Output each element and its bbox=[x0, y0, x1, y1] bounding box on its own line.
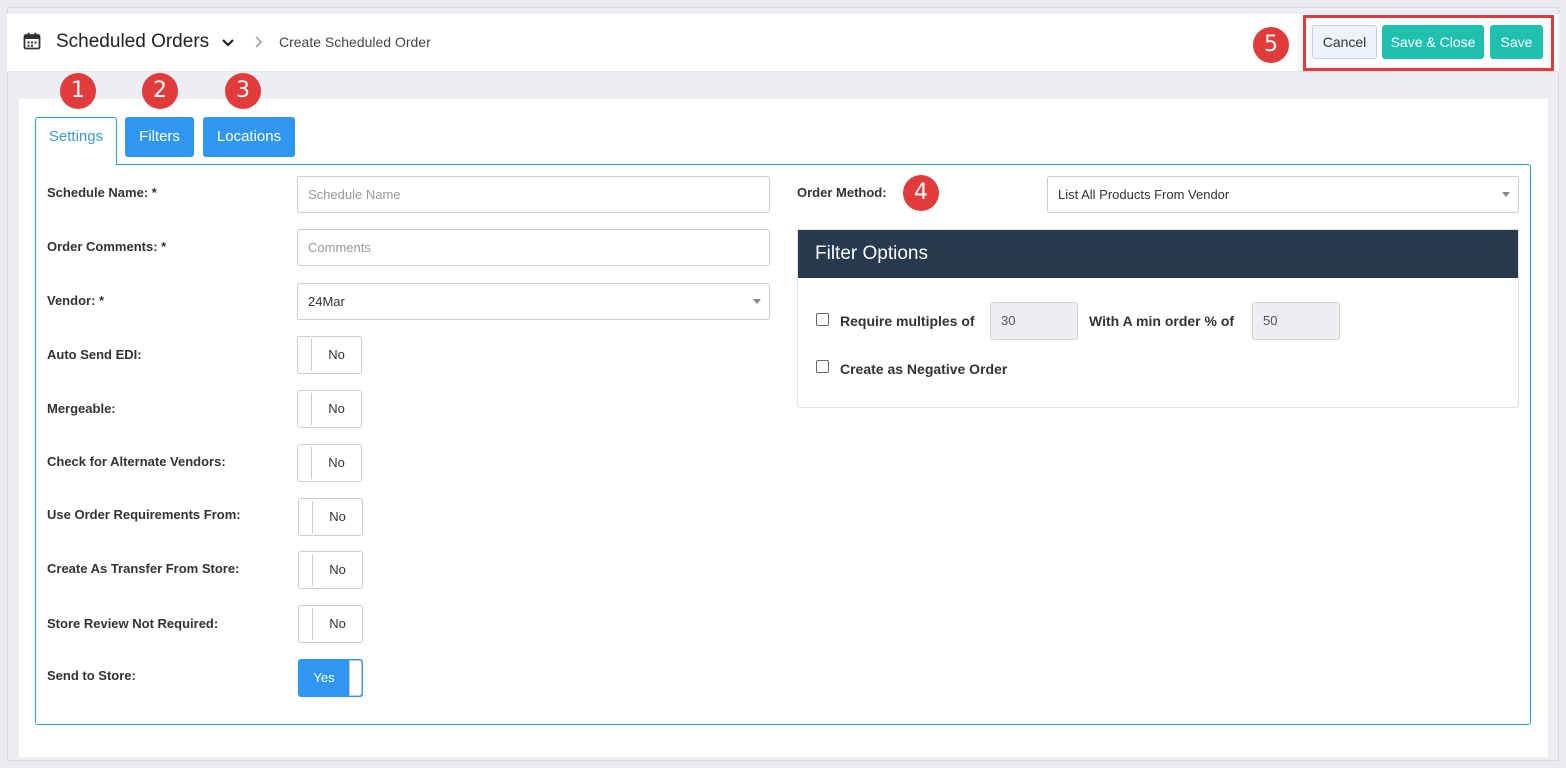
transfer-from-store-label: Create As Transfer From Store: bbox=[47, 561, 240, 576]
store-review-label: Store Review Not Required: bbox=[47, 616, 219, 631]
alternate-vendors-toggle[interactable]: No bbox=[297, 444, 362, 482]
toggle-knob bbox=[298, 339, 312, 371]
toggle-state: Yes bbox=[313, 670, 335, 685]
order-method-select[interactable]: List All Products From Vendor bbox=[1047, 176, 1519, 213]
order-comments-input[interactable]: Comments bbox=[297, 229, 770, 266]
annotation-badge-4: 4 bbox=[903, 175, 939, 211]
toggle-knob bbox=[299, 554, 313, 586]
filter-options-title: Filter Options bbox=[798, 230, 1518, 278]
vendor-value: 24Mar bbox=[308, 294, 345, 309]
mergeable-toggle[interactable]: No bbox=[297, 390, 362, 428]
toggle-state: No bbox=[329, 562, 346, 577]
mergeable-label: Mergeable: bbox=[47, 401, 116, 416]
negative-order-label: Create as Negative Order bbox=[840, 361, 1008, 377]
alternate-vendors-label: Check for Alternate Vendors: bbox=[47, 454, 226, 469]
toggle-knob bbox=[299, 501, 313, 533]
breadcrumb: Create Scheduled Order bbox=[279, 34, 431, 50]
schedule-name-input[interactable]: Schedule Name bbox=[297, 176, 770, 213]
vendor-label: Vendor: * bbox=[47, 293, 105, 308]
send-to-store-toggle[interactable]: Yes bbox=[298, 659, 363, 697]
annotation-badge-3: 3 bbox=[225, 73, 261, 109]
min-order-input[interactable]: 50 bbox=[1252, 302, 1340, 340]
calendar-icon bbox=[23, 32, 41, 50]
save-close-button[interactable]: Save & Close bbox=[1382, 25, 1484, 59]
tab-settings[interactable]: Settings bbox=[35, 117, 117, 165]
auto-send-edi-toggle[interactable]: No bbox=[297, 336, 362, 374]
cancel-button[interactable]: Cancel bbox=[1312, 25, 1377, 59]
save-button[interactable]: Save bbox=[1490, 25, 1543, 59]
require-multiples-label: Require multiples of bbox=[840, 313, 975, 329]
store-review-toggle[interactable]: No bbox=[298, 605, 363, 643]
order-comments-label: Order Comments: * bbox=[47, 239, 167, 254]
chevron-right-icon bbox=[255, 36, 263, 48]
toggle-knob bbox=[349, 660, 362, 696]
transfer-from-store-toggle[interactable]: No bbox=[298, 551, 363, 589]
caret-down-icon bbox=[1502, 192, 1510, 197]
toggle-state: No bbox=[329, 616, 346, 631]
min-order-label: With A min order % of bbox=[1089, 313, 1235, 329]
toggle-knob bbox=[299, 608, 313, 640]
toggle-state: No bbox=[329, 509, 346, 524]
toggle-knob bbox=[298, 393, 312, 425]
auto-send-edi-label: Auto Send EDI: bbox=[47, 347, 142, 362]
caret-down-icon bbox=[753, 299, 761, 304]
annotation-badge-1: 1 bbox=[60, 73, 96, 109]
page-title: Scheduled Orders bbox=[56, 31, 210, 52]
tab-filters[interactable]: Filters bbox=[125, 117, 194, 157]
toggle-state: No bbox=[328, 401, 345, 416]
order-requirements-toggle[interactable]: No bbox=[298, 498, 363, 536]
require-multiples-input[interactable]: 30 bbox=[990, 302, 1078, 340]
toggle-knob bbox=[298, 447, 312, 479]
chevron-down-icon[interactable] bbox=[220, 36, 236, 50]
toggle-state: No bbox=[328, 347, 345, 362]
require-multiples-checkbox[interactable] bbox=[816, 313, 829, 326]
order-method-label: Order Method: bbox=[797, 185, 887, 200]
negative-order-checkbox[interactable] bbox=[816, 360, 829, 373]
order-method-value: List All Products From Vendor bbox=[1058, 187, 1230, 202]
send-to-store-label: Send to Store: bbox=[47, 668, 136, 683]
toggle-state: No bbox=[328, 455, 345, 470]
filter-options-panel: Filter Options Require multiples of 30 W… bbox=[797, 229, 1519, 408]
annotation-badge-2: 2 bbox=[142, 73, 178, 109]
order-requirements-label: Use Order Requirements From: bbox=[47, 507, 241, 522]
vendor-select[interactable]: 24Mar bbox=[297, 283, 770, 320]
annotation-badge-5: 5 bbox=[1253, 27, 1289, 63]
schedule-name-label: Schedule Name: * bbox=[47, 185, 157, 200]
tab-locations[interactable]: Locations bbox=[203, 117, 295, 157]
